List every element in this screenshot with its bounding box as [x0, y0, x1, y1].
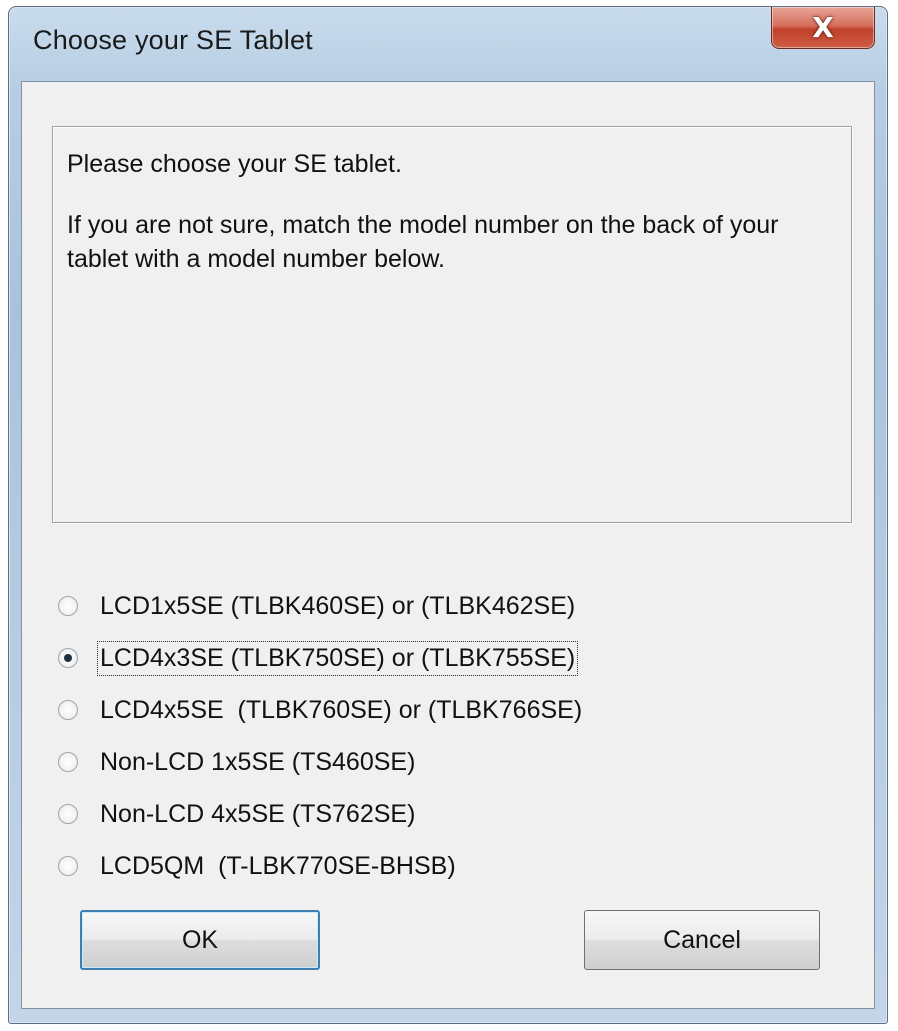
option-lcd1x5se[interactable]: LCD1x5SE (TLBK460SE) or (TLBK462SE) — [58, 580, 584, 632]
radio-button[interactable] — [58, 752, 78, 772]
close-icon: X — [812, 10, 834, 44]
close-button[interactable]: X — [771, 7, 875, 49]
radio-button[interactable] — [58, 804, 78, 824]
dialog-body: Please choose your SE tablet. If you are… — [21, 81, 875, 1009]
option-lcd5qm[interactable]: LCD5QM (T-LBK770SE-BHSB) — [58, 840, 584, 892]
option-label: LCD1x5SE (TLBK460SE) or (TLBK462SE) — [100, 591, 576, 620]
radio-button[interactable] — [58, 596, 78, 616]
dialog-window: Choose your SE Tablet X Please choose yo… — [8, 6, 888, 1024]
title-bar[interactable]: Choose your SE Tablet X — [9, 7, 887, 79]
option-label: LCD4x3SE (TLBK750SE) or (TLBK755SE) — [96, 640, 579, 676]
option-label: Non-LCD 4x5SE (TS762SE) — [100, 799, 416, 828]
window-title: Choose your SE Tablet — [33, 25, 313, 55]
instruction-text: Please choose your SE tablet. — [67, 150, 402, 178]
radio-button[interactable] — [58, 700, 78, 720]
radio-button-selected[interactable] — [58, 648, 78, 668]
tablet-options-group: LCD1x5SE (TLBK460SE) or (TLBK462SE) LCD4… — [58, 580, 584, 892]
radio-button[interactable] — [58, 856, 78, 876]
option-non-lcd-4x5se[interactable]: Non-LCD 4x5SE (TS762SE) — [58, 788, 584, 840]
cancel-button[interactable]: Cancel — [584, 910, 820, 970]
option-lcd4x5se[interactable]: LCD4x5SE (TLBK760SE) or (TLBK766SE) — [58, 684, 584, 736]
option-label: Non-LCD 1x5SE (TS460SE) — [100, 747, 416, 776]
instruction-hint: If you are not sure, match the model num… — [67, 211, 779, 273]
option-non-lcd-1x5se[interactable]: Non-LCD 1x5SE (TS460SE) — [58, 736, 584, 788]
option-label: LCD4x5SE (TLBK760SE) or (TLBK766SE) — [100, 695, 583, 724]
ok-button[interactable]: OK — [80, 910, 320, 970]
instructions-box: Please choose your SE tablet. If you are… — [52, 126, 852, 523]
option-label: LCD5QM (T-LBK770SE-BHSB) — [100, 851, 456, 880]
option-lcd4x3se[interactable]: LCD4x3SE (TLBK750SE) or (TLBK755SE) — [58, 632, 584, 684]
